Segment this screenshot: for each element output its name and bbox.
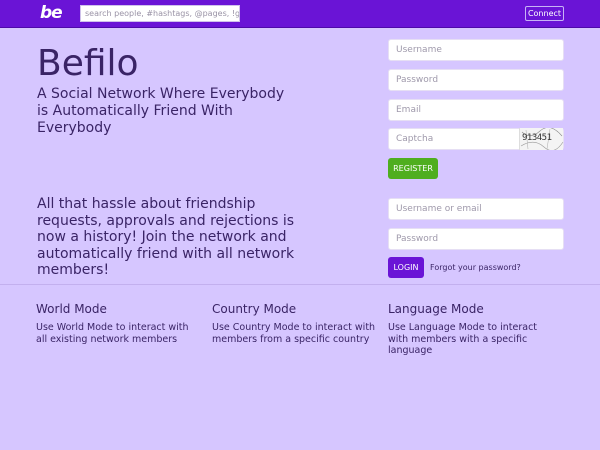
world-mode-block: World Mode Use World Mode to interact wi…	[36, 302, 201, 345]
login-password-field[interactable]: Password	[388, 228, 564, 250]
country-mode-desc: Use Country Mode to interact with member…	[212, 322, 376, 345]
section-divider	[0, 284, 600, 285]
forgot-password-link[interactable]: Forgot your password?	[430, 262, 521, 273]
pitch-text: All that hassle about friendship request…	[37, 196, 295, 278]
connect-button[interactable]: Connect	[525, 6, 564, 21]
tagline: A Social Network Where Everybody is Auto…	[37, 86, 285, 136]
login-button[interactable]: LOGIN	[388, 257, 424, 278]
register-button[interactable]: REGISTER	[388, 158, 438, 179]
world-mode-desc: Use World Mode to interact with all exis…	[36, 322, 189, 345]
email-field[interactable]: Email	[388, 99, 564, 121]
site-logo[interactable]: be	[40, 3, 63, 23]
country-mode-block: Country Mode Use Country Mode to interac…	[212, 302, 377, 345]
top-navbar: be search people, #hashtags, @pages, !gr…	[0, 0, 600, 28]
username-field[interactable]: Username	[388, 39, 564, 61]
search-input[interactable]: search people, #hashtags, @pages, !group…	[80, 5, 240, 22]
page-title: Befilo	[37, 43, 139, 84]
captcha-code: 913451	[522, 133, 552, 143]
language-mode-title: Language Mode	[388, 302, 484, 316]
password-field[interactable]: Password	[388, 69, 564, 91]
language-mode-block: Language Mode Use Language Mode to inter…	[388, 302, 553, 357]
login-username-field[interactable]: Username or email	[388, 198, 564, 220]
world-mode-title: World Mode	[36, 302, 107, 316]
country-mode-title: Country Mode	[212, 302, 297, 316]
captcha-image: 913451	[519, 128, 564, 150]
language-mode-desc: Use Language Mode to interact with membe…	[388, 322, 538, 356]
